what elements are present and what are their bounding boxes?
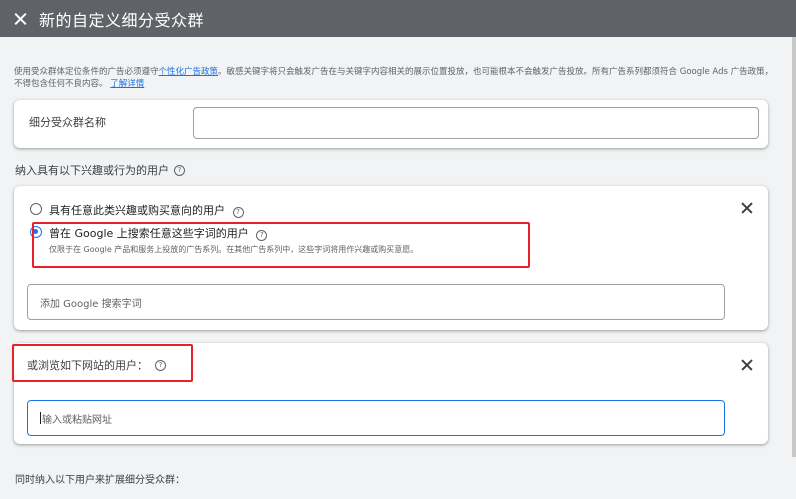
dialog-header: 新的自定义细分受众群 [0,0,796,37]
websites-section-heading: 或浏览如下网站的用户： ? [27,357,166,373]
radio-search-terms[interactable] [30,226,42,238]
help-icon[interactable]: ? [174,164,185,176]
interests-card: 具有任意此类兴趣或购买意向的用户 ? 曾在 Google 上搜索任意这些字词的用… [14,186,768,330]
remove-websites-close-icon[interactable] [741,359,753,371]
option-search-terms-label: 曾在 Google 上搜索任意这些字词的用户 ? [49,225,418,241]
close-icon[interactable] [12,11,28,27]
segment-name-card: 细分受众群名称 [14,100,768,148]
help-icon[interactable]: ? [155,359,166,371]
help-icon[interactable]: ? [232,207,244,218]
help-icon[interactable]: ? [256,230,268,241]
websites-card: 或浏览如下网站的用户： ? 输入或粘贴网址 [14,343,768,444]
option-search-terms[interactable]: 曾在 Google 上搜索任意这些字词的用户 ? 仅限于在 Google 产品和… [30,225,418,255]
remove-interests-close-icon[interactable] [741,202,753,214]
interests-section-heading: 纳入具有以下兴趣或行为的用户 ? [15,162,185,178]
radio-interests[interactable] [30,203,42,215]
option-interests[interactable]: 具有任意此类兴趣或购买意向的用户 ? [30,202,244,218]
policy-notice: 使用受众群体定位条件的广告必须遵守个性化广告政策。敏感关键字将只会触发广告在与关… [14,67,774,89]
personalized-ads-policy-link[interactable]: 个性化广告政策 [159,67,219,77]
url-input[interactable]: 输入或粘贴网址 [27,400,725,436]
learn-more-link[interactable]: 了解详情 [110,79,144,89]
segment-name-label: 细分受众群名称 [29,116,106,129]
expand-section-heading: 同时纳入以下用户来扩展细分受众群： [15,475,185,486]
text-caret [40,412,41,424]
scrollbar[interactable] [792,37,796,457]
option-search-terms-description: 仅限于在 Google 产品和服务上投放的广告系列。在其他广告系列中，这些字词将… [49,245,419,254]
dialog-title: 新的自定义细分受众群 [39,10,205,30]
option-interests-label: 具有任意此类兴趣或购买意向的用户 ? [49,202,244,218]
search-terms-input[interactable]: 添加 Google 搜索字词 [27,284,725,320]
segment-name-input[interactable] [193,107,759,139]
